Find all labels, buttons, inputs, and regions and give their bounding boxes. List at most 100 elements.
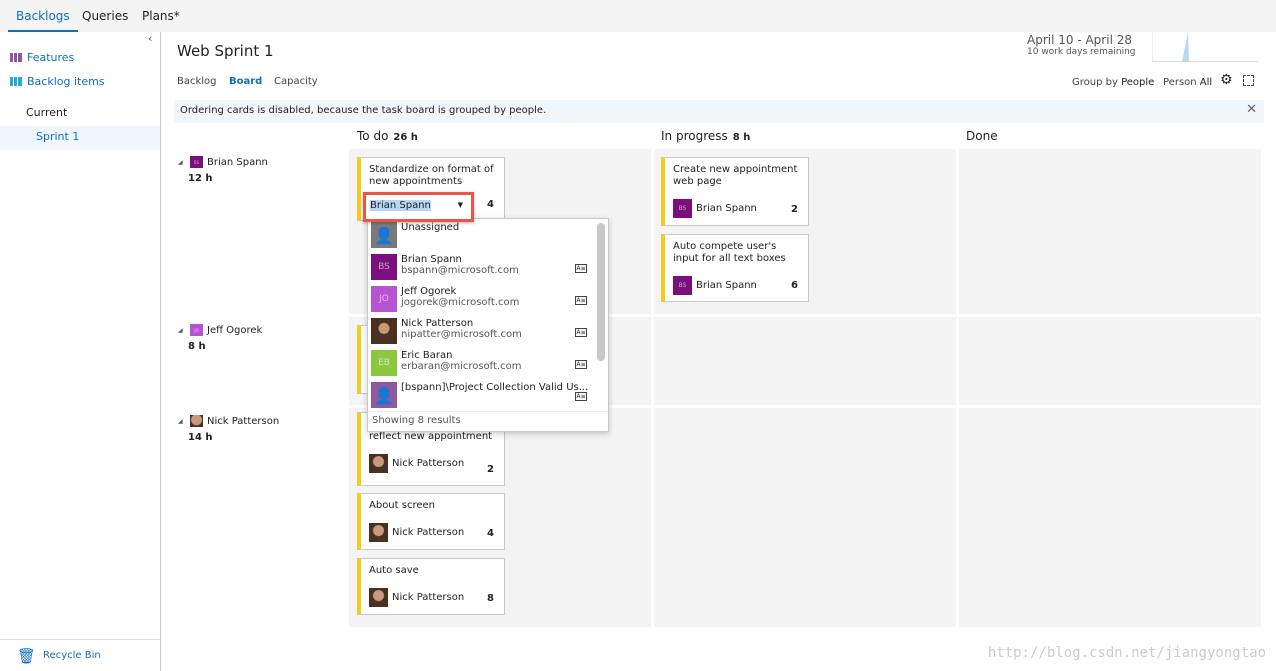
swimlane-name: Nick Patterson [207,415,280,427]
swimlane-hours: 12 h [188,173,213,184]
swimlane-header[interactable]: ◢ Nick Patterson 14 h [178,415,279,443]
avatar [369,523,388,542]
avatar [190,415,203,427]
fullscreen-icon[interactable] [1243,75,1254,86]
chevron-down-icon[interactable]: ▼ [458,201,463,209]
contact-card-icon[interactable]: A≡ [575,264,587,273]
option-email: erbaran@microsoft.com [401,361,522,372]
sidebar-item-backlog-items[interactable]: Backlog items [10,75,105,88]
work-days-remaining: 10 work days remaining [1027,47,1136,57]
assignee-option[interactable]: JO Jeff Ogorek jogorek@microsoft.com A≡ [371,286,593,316]
contact-card-icon[interactable]: A≡ [575,328,587,337]
card-assignee[interactable]: Nick Patterson [369,454,496,473]
contact-card-icon[interactable]: A≡ [575,360,587,369]
card-assignee[interactable]: BS Brian Spann [673,276,800,295]
person-filter[interactable]: Person All [1163,77,1212,88]
sidebar-item-features[interactable]: Features [10,51,74,64]
assignee-option[interactable]: Nick Patterson nipatter@microsoft.com A≡ [371,318,593,348]
avatar: EB [371,350,397,376]
recycle-bin[interactable]: 🗑 Recycle Bin [0,639,160,671]
assignee-option[interactable]: 👤 [bspann]\Project Collection Valid Us...… [371,382,593,412]
tab-board[interactable]: Board [229,76,262,87]
avatar [371,318,397,344]
collapse-triangle-icon[interactable]: ◢ [178,327,186,334]
assignee-option[interactable]: BS Brian Spann bspann@microsoft.com A≡ [371,254,593,284]
avatar: JO [371,286,397,312]
remaining-work[interactable]: 2 [487,464,494,476]
option-name: Brian Spann [401,254,462,265]
task-card[interactable]: Auto compete user's input for all text b… [661,234,809,302]
board-cell [959,149,1261,314]
swimlane-name: Brian Spann [207,156,268,168]
remaining-work[interactable]: 8 [487,593,494,605]
card-assignee[interactable]: Nick Patterson [369,588,496,607]
remaining-work[interactable]: 4 [487,528,494,540]
board-cell [959,408,1261,627]
contact-card-icon[interactable]: A≡ [575,392,587,401]
avatar: 👤 [371,382,397,408]
person-label: Person [1163,77,1197,88]
info-message: Ordering cards is disabled, because the … [180,105,547,116]
column-header-done: Done [966,129,998,143]
task-card[interactable]: Auto save Nick Patterson 8 [357,558,505,615]
remaining-work[interactable]: 4 [487,199,494,211]
board-cell [654,317,956,405]
tab-queries[interactable]: Queries [82,0,128,32]
collapse-triangle-icon[interactable]: ◢ [178,418,186,425]
avatar [369,454,388,473]
card-title: Create new appointment web page [673,164,798,187]
assigned-to-value: Brian Spann [370,200,431,211]
assigned-to-input[interactable]: Brian Spann ▼ [363,192,474,222]
board-cell [654,408,956,627]
results-count: Showing 8 results [368,411,608,431]
sidebar-item-label: Features [27,51,75,64]
task-card[interactable]: Create new appointment web page BS Brian S… [661,157,809,226]
tab-capacity[interactable]: Capacity [274,76,318,87]
tab-plans[interactable]: Plans* [142,0,180,32]
assignee-option[interactable]: 👤 Unassigned [371,222,593,252]
card-assignee[interactable]: Nick Patterson [369,523,496,542]
gear-icon[interactable]: ⚙ [1220,72,1233,88]
info-bar: Ordering cards is disabled, because the … [174,100,1264,123]
page-title: Web Sprint 1 [177,42,274,60]
burndown-sparkline[interactable] [1152,32,1258,62]
card-title: Auto compete user's input for all text b… [673,241,786,264]
collapse-triangle-icon[interactable]: ◢ [178,159,186,166]
scrollbar[interactable] [597,223,605,361]
group-by-value: People [1121,77,1155,88]
assignee-dropdown: 👤 Unassigned BS Brian Spann bspann@microsoft… [367,218,609,432]
swimlane-header[interactable]: ◢ BS Brian Spann 12 h [178,156,268,184]
option-email: nipatter@microsoft.com [401,329,522,340]
board-cell [959,317,1261,405]
task-card[interactable]: About screen Nick Patterson 4 [357,493,505,550]
card-assignee[interactable]: BS Brian Spann [673,199,800,218]
column-header-in-progress: In progress 8 h [661,129,751,143]
tab-backlog[interactable]: Backlog [177,76,217,87]
swimlane-header[interactable]: ◢ JO Jeff Ogorek 8 h [178,324,262,352]
avatar: JO [190,324,203,336]
card-title: About screen [369,500,435,511]
sidebar-item-sprint-1[interactable]: Sprint 1 [0,126,160,150]
assignee-name: Brian Spann [696,202,757,214]
assignee-name: Nick Patterson [392,591,465,603]
assignee-option[interactable]: EB Eric Baran erbaran@microsoft.com A≡ [371,350,593,380]
avatar [369,588,388,607]
sprint-dates: April 10 - April 28 [1027,33,1132,47]
remaining-work[interactable]: 6 [791,280,798,292]
close-icon[interactable]: ✕ [1246,102,1257,117]
avatar: BS [673,199,692,218]
option-name: [bspann]\Project Collection Valid Us... [401,382,589,393]
collapse-icon[interactable]: ‹ [148,32,152,45]
assignee-name: Nick Patterson [392,526,465,538]
person-value: All [1199,77,1213,88]
swimlane-name: Jeff Ogorek [207,324,263,336]
contact-card-icon[interactable]: A≡ [575,296,587,305]
group-by[interactable]: Group by People [1072,77,1154,88]
remaining-work[interactable]: 2 [791,204,798,216]
option-name: Eric Baran [401,350,453,361]
option-name: Unassigned [401,222,460,233]
card-title: Auto save [369,565,419,576]
tab-backlogs[interactable]: Backlogs [8,0,78,32]
avatar: BS [673,276,692,295]
card-title: Standardize on format of new appointment… [369,164,494,187]
